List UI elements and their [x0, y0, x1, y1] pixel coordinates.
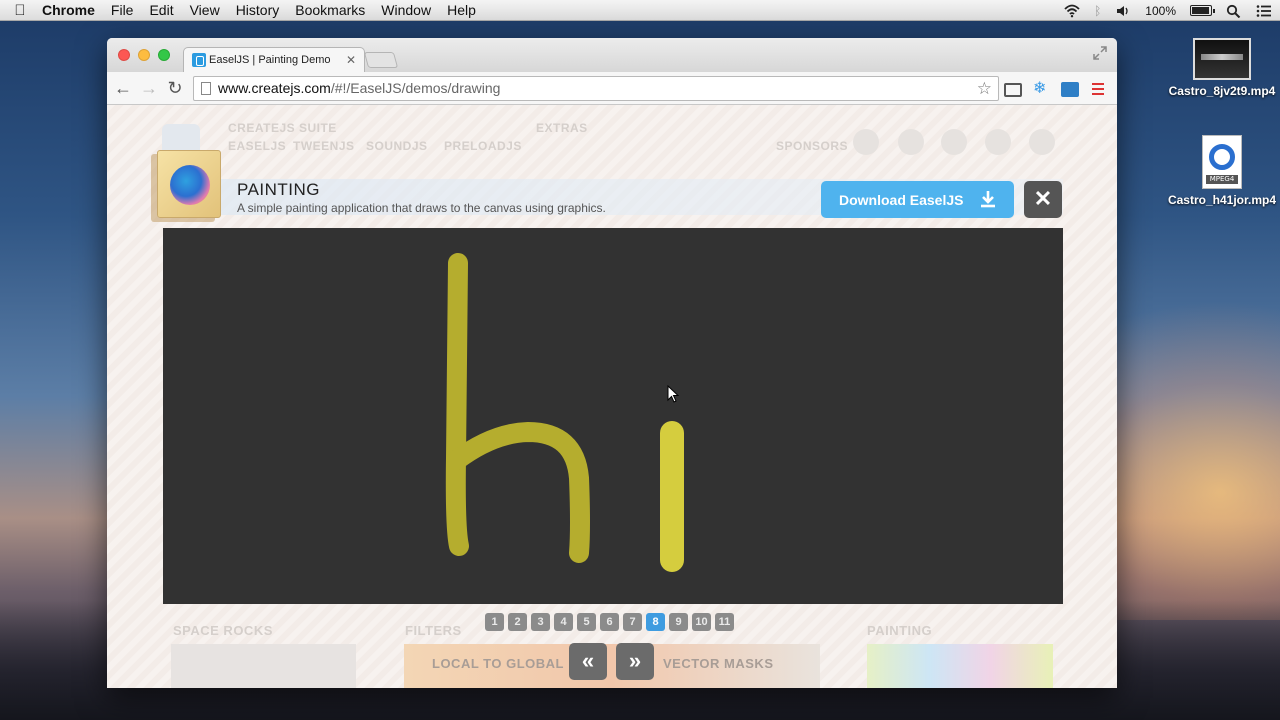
page-button-10[interactable]: 10 [692, 613, 711, 631]
close-demo-button[interactable]: ✕ [1024, 181, 1062, 218]
demo-subtitle: A simple painting application that draws… [237, 201, 606, 215]
tab-title: EaselJS | Painting Demo [209, 54, 331, 66]
card-title-space-rocks[interactable]: SPACE ROCKS [173, 623, 273, 638]
desktop-file-label: Castro_h41jor.mp4 [1167, 193, 1277, 207]
menu-app-name[interactable]: Chrome [40, 2, 103, 18]
bookmark-star-icon[interactable]: ☆ [977, 77, 992, 100]
chrome-menu-icon[interactable] [1092, 83, 1104, 95]
card-title-painting[interactable]: PAINTING [867, 623, 932, 638]
painting-demo-icon [157, 150, 221, 218]
nav-preloadjs[interactable]: PRELOADJS [444, 139, 522, 153]
new-tab-button[interactable] [363, 52, 399, 68]
cast-icon[interactable] [1004, 83, 1022, 97]
page-button-4[interactable]: 4 [554, 613, 573, 631]
desktop-file-castro-h41jor[interactable]: MPEG4 Castro_h41jor.mp4 [1167, 135, 1277, 207]
sponsor-logo[interactable] [941, 129, 967, 155]
url-path: /#!/EaselJS/demos/drawing [330, 80, 501, 96]
demo-pagination: 1 2 3 4 5 6 7 8 9 10 11 [485, 613, 734, 631]
browser-window: EaselJS | Painting Demo ✕ ← → ↻ www.crea… [107, 38, 1117, 688]
painting-canvas[interactable] [163, 228, 1063, 604]
quicktime-mpeg4-icon: MPEG4 [1202, 135, 1242, 189]
desktop-file-label: Castro_8jv2t9.mp4 [1168, 84, 1276, 98]
url-host: www.createjs.com [218, 80, 331, 96]
canvas-drawing [445, 253, 684, 572]
battery-percent: 100% [1145, 3, 1176, 18]
back-arrow-icon[interactable]: ← [113, 78, 133, 98]
snowflake-extension-icon[interactable]: ❄ [1033, 78, 1051, 97]
sponsor-logo[interactable] [1029, 129, 1055, 155]
card-thumbnail-space-rocks[interactable] [171, 644, 356, 688]
desktop-file-castro-8jv2t9[interactable]: Castro_8jv2t9.mp4 [1167, 38, 1277, 98]
download-easeljs-button[interactable]: Download EaselJS [821, 181, 1014, 218]
menubar-status-area: ᛒ 100% [1064, 0, 1272, 21]
download-arrow-icon [981, 191, 995, 208]
page-button-2[interactable]: 2 [508, 613, 527, 631]
nav-extras[interactable]: EXTRAS [536, 121, 588, 135]
notification-center-icon[interactable] [1256, 4, 1272, 18]
tab-close-icon[interactable]: ✕ [346, 53, 356, 67]
page-button-1[interactable]: 1 [485, 613, 504, 631]
fullscreen-icon[interactable] [1093, 46, 1107, 60]
page-icon [201, 82, 211, 95]
forward-arrow-icon[interactable]: → [139, 78, 159, 98]
menu-window[interactable]: Window [373, 2, 439, 18]
painted-stroke-h-stem [445, 253, 469, 556]
apple-menu-icon[interactable]:  [0, 2, 40, 19]
sponsor-logo[interactable] [898, 129, 924, 155]
page-button-6[interactable]: 6 [600, 613, 619, 631]
next-demo-button[interactable]: » [616, 643, 654, 680]
menu-history[interactable]: History [228, 2, 288, 18]
menu-file[interactable]: File [103, 2, 142, 18]
page-content: CREATEJS SUITE EASELJS TWEENJS SOUNDJS P… [107, 105, 1117, 688]
sponsor-logo[interactable] [853, 129, 879, 155]
browser-titlebar: EaselJS | Painting Demo ✕ [107, 38, 1117, 72]
wifi-icon[interactable] [1064, 4, 1080, 18]
window-close-button[interactable] [118, 49, 130, 61]
window-zoom-button[interactable] [158, 49, 170, 61]
card-thumbnail-painting[interactable] [867, 644, 1053, 688]
page-button-11[interactable]: 11 [715, 613, 734, 631]
battery-icon[interactable] [1190, 5, 1215, 16]
page-button-5[interactable]: 5 [577, 613, 596, 631]
page-button-9[interactable]: 9 [669, 613, 688, 631]
menu-bookmarks[interactable]: Bookmarks [287, 2, 373, 18]
carousel-label-local-to-global[interactable]: LOCAL TO GLOBAL [432, 656, 564, 671]
sponsors-label: SPONSORS [776, 139, 849, 153]
painted-stroke-h-arch [447, 421, 590, 563]
video-thumbnail-icon [1193, 38, 1251, 80]
browser-toolbar: ← → ↻ www.createjs.com/#!/EaselJS/demos/… [107, 72, 1117, 105]
address-bar[interactable]: www.createjs.com/#!/EaselJS/demos/drawin… [193, 76, 999, 101]
tab-easeljs-painting-demo[interactable]: EaselJS | Painting Demo ✕ [183, 47, 365, 72]
page-button-8[interactable]: 8 [646, 613, 665, 631]
reload-icon[interactable]: ↻ [165, 78, 185, 98]
mpeg4-badge: MPEG4 [1206, 175, 1238, 184]
sponsor-logo[interactable] [985, 129, 1011, 155]
nav-easeljs[interactable]: EASELJS [228, 139, 286, 153]
menu-view[interactable]: View [182, 2, 228, 18]
nav-tweenjs[interactable]: TWEENJS [293, 139, 355, 153]
screen-capture-extension-icon[interactable] [1061, 82, 1079, 97]
mouse-cursor-icon [667, 385, 680, 403]
previous-demo-button[interactable]: « [569, 643, 607, 680]
download-button-label: Download EaselJS [839, 191, 964, 208]
window-minimize-button[interactable] [138, 49, 150, 61]
menu-help[interactable]: Help [439, 2, 484, 18]
nav-soundjs[interactable]: SOUNDJS [366, 139, 428, 153]
carousel-label-vector-masks[interactable]: VECTOR MASKS [663, 656, 774, 671]
bluetooth-icon[interactable]: ᛒ [1094, 4, 1101, 18]
volume-icon[interactable] [1115, 4, 1131, 18]
quicktime-q-mark [1209, 144, 1235, 170]
nav-createjs-suite[interactable]: CREATEJS SUITE [228, 121, 337, 135]
easeljs-favicon-icon [192, 53, 206, 67]
battery-level [1192, 7, 1209, 14]
menubar:  Chrome File Edit View History Bookmark… [0, 0, 1280, 21]
spotlight-search-icon[interactable] [1226, 4, 1242, 18]
page-button-7[interactable]: 7 [623, 613, 642, 631]
demo-title: PAINTING [237, 180, 321, 199]
card-title-filters[interactable]: FILTERS [405, 623, 462, 638]
menu-edit[interactable]: Edit [141, 2, 181, 18]
page-button-3[interactable]: 3 [531, 613, 550, 631]
paint-blob-icon [170, 165, 210, 205]
